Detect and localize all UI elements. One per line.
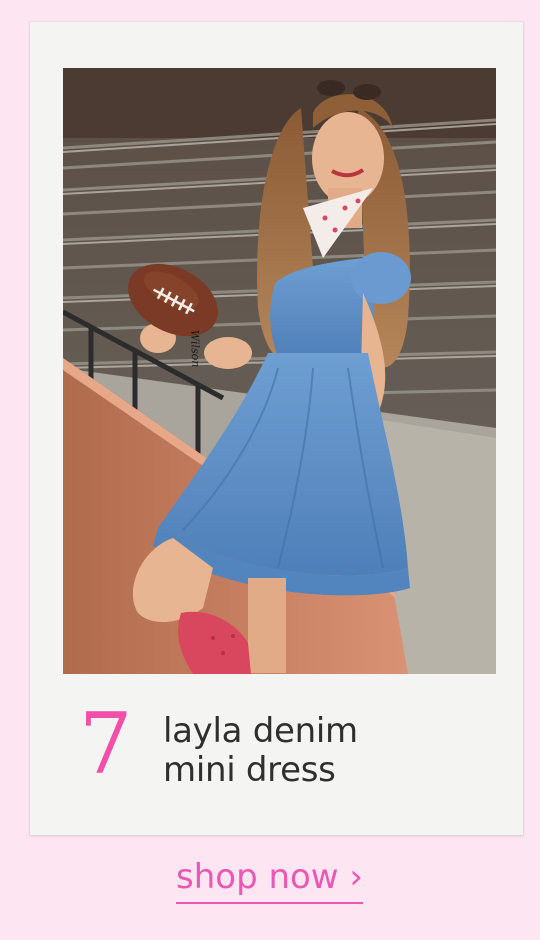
product-title: layla denim mini dress xyxy=(163,712,358,790)
product-title-line-2: mini dress xyxy=(163,750,336,790)
product-rank-number: 7 xyxy=(79,695,133,793)
shop-now-link[interactable]: shop now › xyxy=(176,856,364,904)
football-brand-logo: Wilson xyxy=(188,330,202,368)
product-caption: 7 layla denim mini dress xyxy=(63,700,493,810)
product-title-line-1: layla denim xyxy=(163,711,358,751)
product-photo[interactable]: Wilson xyxy=(63,68,496,674)
model-photo-illustration: Wilson xyxy=(63,68,496,674)
